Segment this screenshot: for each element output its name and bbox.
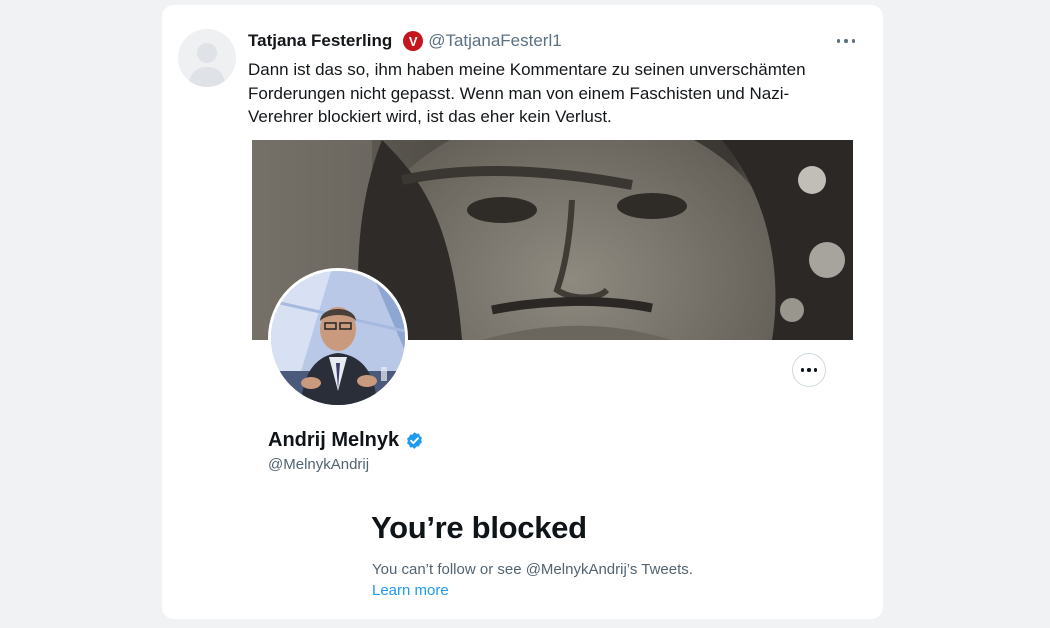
more-dot bbox=[813, 368, 818, 372]
default-avatar-icon bbox=[178, 29, 236, 87]
profile-photo-image bbox=[271, 271, 405, 405]
tweet-header: Tatjana Festerling V @TatjanaFesterl1 bbox=[248, 29, 562, 53]
more-dot bbox=[807, 368, 811, 372]
profile-photo[interactable] bbox=[268, 268, 408, 408]
v-badge-icon: V bbox=[403, 31, 424, 51]
profile-more-button[interactable] bbox=[792, 353, 826, 387]
more-dot bbox=[844, 39, 848, 43]
blocked-title: You’re blocked bbox=[371, 510, 587, 545]
tweet-text: Dann ist das so, ihm haben meine Komment… bbox=[248, 60, 806, 126]
author-handle[interactable]: @TatjanaFesterl1 bbox=[428, 31, 562, 51]
profile-name-row: Andrij Melnyk bbox=[268, 429, 424, 452]
author-avatar[interactable] bbox=[178, 29, 236, 87]
blocked-description: You can’t follow or see @MelnykAndrij’s … bbox=[372, 561, 693, 578]
tweet-card: Tatjana Festerling V @TatjanaFesterl1 Da… bbox=[162, 5, 883, 619]
more-options-button[interactable] bbox=[830, 31, 862, 51]
more-horizontal-icon bbox=[800, 368, 805, 372]
learn-more-link[interactable]: Learn more bbox=[372, 582, 449, 599]
more-horizontal-icon bbox=[836, 39, 841, 43]
more-dot bbox=[851, 39, 856, 43]
author-name[interactable]: Tatjana Festerling bbox=[248, 31, 392, 51]
profile-handle: @MelnykAndrij bbox=[268, 456, 370, 473]
tweet-media-screenshot[interactable]: Andrij Melnyk @MelnykAndrij You’re block… bbox=[252, 140, 853, 619]
profile-name: Andrij Melnyk bbox=[268, 429, 400, 451]
verified-check-icon bbox=[407, 432, 423, 449]
